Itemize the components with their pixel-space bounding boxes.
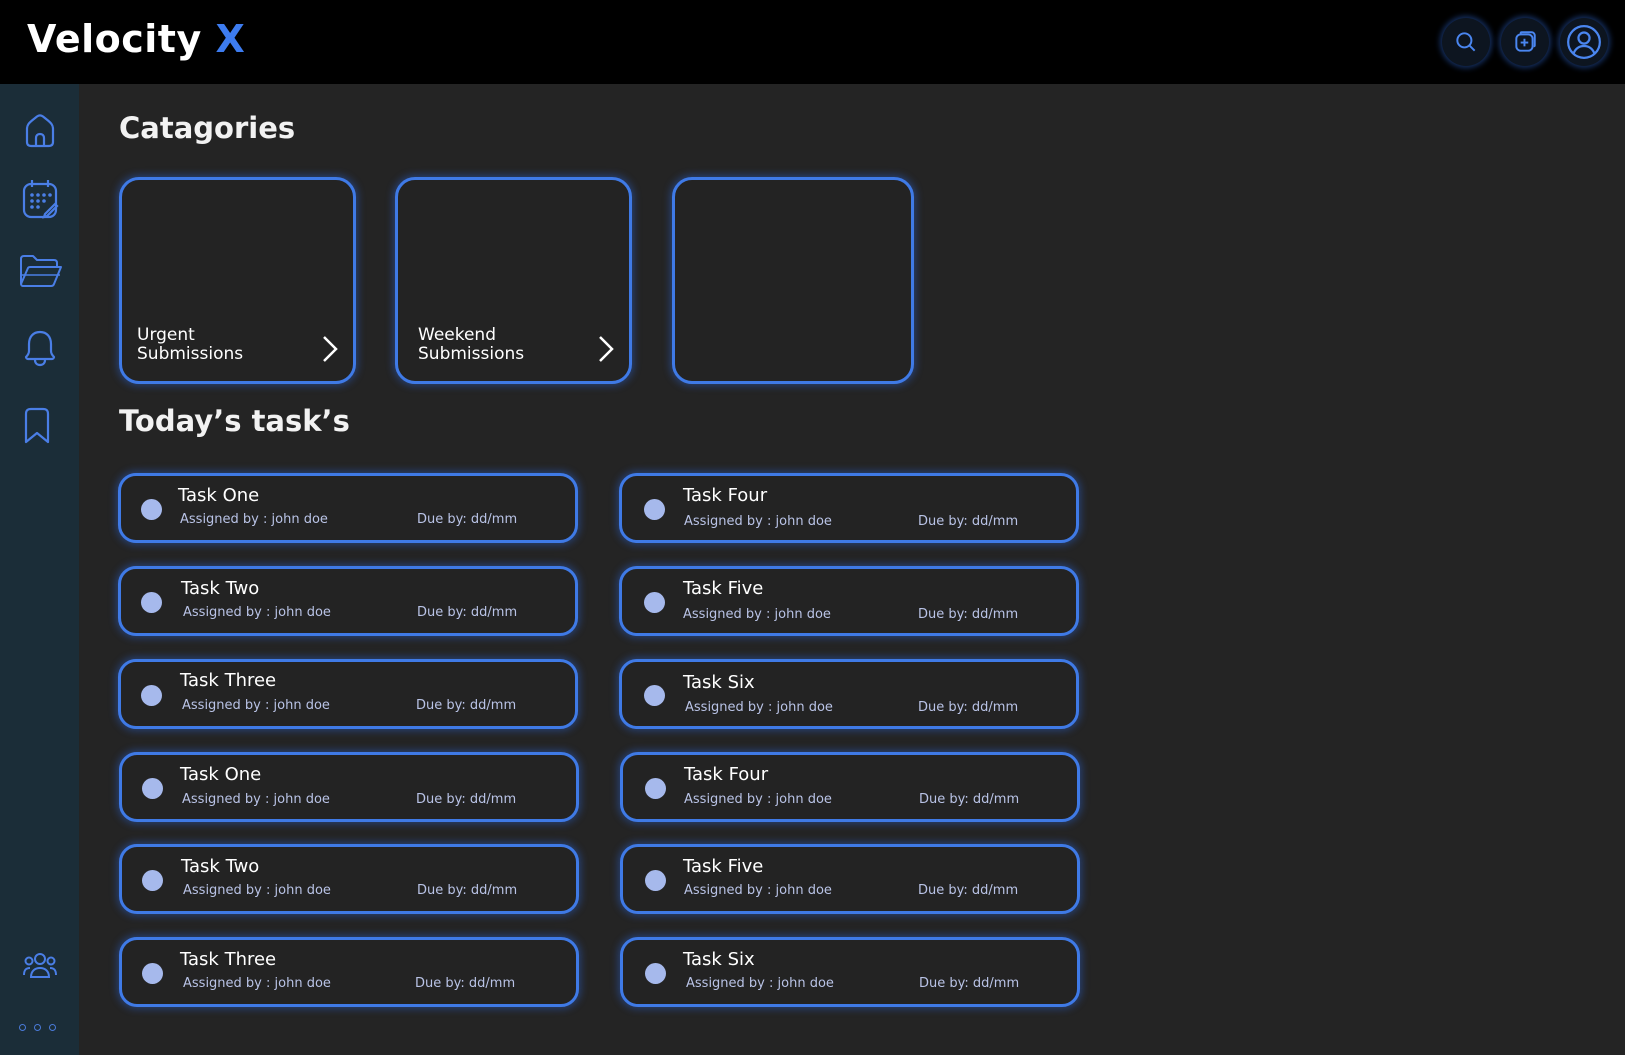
task-checkbox[interactable] <box>141 499 162 520</box>
tasks-title: Today’s task’s <box>119 404 350 438</box>
task-card[interactable]: Task Five Assigned by : john doe Due by:… <box>619 566 1079 636</box>
task-card[interactable]: Task Three Assigned by : john doe Due by… <box>118 659 578 729</box>
task-assigned: Assigned by : john doe <box>183 976 331 991</box>
task-assigned: Assigned by : john doe <box>684 792 832 807</box>
app-logo[interactable]: Velocity X <box>27 15 245 63</box>
category-label: Urgent Submissions <box>137 325 244 364</box>
task-assigned: Assigned by : john doe <box>683 607 831 622</box>
task-card[interactable]: Task Six Assigned by : john doe Due by: … <box>620 937 1080 1007</box>
task-title: Task Five <box>683 578 764 599</box>
task-title: Task Six <box>683 672 755 693</box>
task-title: Task Six <box>683 949 755 970</box>
add-button[interactable] <box>1501 18 1549 66</box>
task-due: Due by: dd/mm <box>416 698 517 713</box>
task-due: Due by: dd/mm <box>918 883 1019 898</box>
task-due: Due by: dd/mm <box>415 976 516 991</box>
sidebar-item-bookmarks[interactable] <box>11 402 63 450</box>
task-checkbox[interactable] <box>644 592 665 613</box>
sidebar-item-calendar[interactable] <box>14 175 66 223</box>
task-title: Task Three <box>180 670 277 691</box>
task-title: Task Two <box>181 856 260 877</box>
task-title: Task One <box>178 485 260 506</box>
task-card[interactable]: Task Four Assigned by : john doe Due by:… <box>620 752 1080 822</box>
dot-icon <box>19 1024 26 1031</box>
home-icon <box>25 114 55 148</box>
task-card[interactable]: Task One Assigned by : john doe Due by: … <box>118 473 578 543</box>
chevron-right-icon <box>599 336 614 362</box>
task-card[interactable]: Task Two Assigned by : john doe Due by: … <box>118 566 578 636</box>
profile-icon <box>1567 25 1601 59</box>
task-checkbox[interactable] <box>142 963 163 984</box>
task-checkbox[interactable] <box>142 870 163 891</box>
bell-icon <box>24 330 56 367</box>
task-checkbox[interactable] <box>141 592 162 613</box>
task-card[interactable]: Task Five Assigned by : john doe Due by:… <box>620 844 1080 914</box>
task-assigned: Assigned by : john doe <box>182 698 330 713</box>
task-due: Due by: dd/mm <box>417 512 518 527</box>
dot-icon <box>49 1024 56 1031</box>
sidebar-item-folder[interactable] <box>14 247 68 295</box>
task-assigned: Assigned by : john doe <box>684 514 832 529</box>
task-card[interactable]: Task Four Assigned by : john doe Due by:… <box>619 473 1079 543</box>
calendar-icon <box>22 180 59 219</box>
task-card[interactable]: Task Six Assigned by : john doe Due by: … <box>619 659 1079 729</box>
task-assigned: Assigned by : john doe <box>686 976 834 991</box>
task-title: Task One <box>180 764 262 785</box>
task-title: Task Four <box>684 764 769 785</box>
categories-title: Catagories <box>119 111 296 145</box>
task-checkbox[interactable] <box>645 963 666 984</box>
task-title: Task Five <box>683 856 764 877</box>
task-checkbox[interactable] <box>644 685 665 706</box>
chevron-right-icon <box>323 336 338 362</box>
task-checkbox[interactable] <box>141 685 162 706</box>
task-card[interactable]: Task One Assigned by : john doe Due by: … <box>119 752 579 822</box>
task-checkbox[interactable] <box>645 870 666 891</box>
task-assigned: Assigned by : john doe <box>685 700 833 715</box>
category-card-urgent[interactable]: Urgent Submissions <box>119 177 356 384</box>
task-title: Task Four <box>683 485 768 506</box>
search-icon <box>1456 32 1476 52</box>
task-card[interactable]: Task Two Assigned by : john doe Due by: … <box>119 844 579 914</box>
task-card[interactable]: Task Three Assigned by : john doe Due by… <box>119 937 579 1007</box>
task-due: Due by: dd/mm <box>919 792 1020 807</box>
category-label: Weekend Submissions <box>418 325 525 364</box>
search-button[interactable] <box>1442 18 1490 66</box>
task-assigned: Assigned by : john doe <box>183 883 331 898</box>
task-assigned: Assigned by : john doe <box>180 512 328 527</box>
task-checkbox[interactable] <box>644 499 665 520</box>
dot-icon <box>34 1024 41 1031</box>
task-due: Due by: dd/mm <box>417 605 518 620</box>
brand-accent: X <box>215 17 246 61</box>
task-checkbox[interactable] <box>645 778 666 799</box>
category-card-empty[interactable] <box>672 177 914 384</box>
task-title: Task Three <box>180 949 277 970</box>
task-assigned: Assigned by : john doe <box>182 792 330 807</box>
category-card-weekend[interactable]: Weekend Submissions <box>395 177 632 384</box>
folder-icon <box>20 255 62 287</box>
task-due: Due by: dd/mm <box>918 607 1019 622</box>
task-due: Due by: dd/mm <box>416 792 517 807</box>
task-due: Due by: dd/mm <box>918 700 1019 715</box>
task-due: Due by: dd/mm <box>417 883 518 898</box>
add-icon <box>1515 31 1536 52</box>
task-title: Task Two <box>181 578 260 599</box>
brand-name: Velocity <box>27 17 202 61</box>
sidebar <box>0 84 79 1055</box>
task-assigned: Assigned by : john doe <box>684 883 832 898</box>
task-assigned: Assigned by : john doe <box>183 605 331 620</box>
task-due: Due by: dd/mm <box>918 514 1019 529</box>
sidebar-item-team[interactable] <box>14 942 66 990</box>
bookmark-icon <box>24 407 50 444</box>
profile-button[interactable] <box>1560 18 1608 66</box>
sidebar-item-home[interactable] <box>14 106 66 154</box>
sidebar-item-notifications[interactable] <box>14 324 66 372</box>
more-options-button[interactable] <box>19 1024 56 1031</box>
task-checkbox[interactable] <box>142 778 163 799</box>
team-icon <box>23 953 57 978</box>
task-due: Due by: dd/mm <box>919 976 1020 991</box>
top-bar: Velocity X <box>0 0 1625 84</box>
